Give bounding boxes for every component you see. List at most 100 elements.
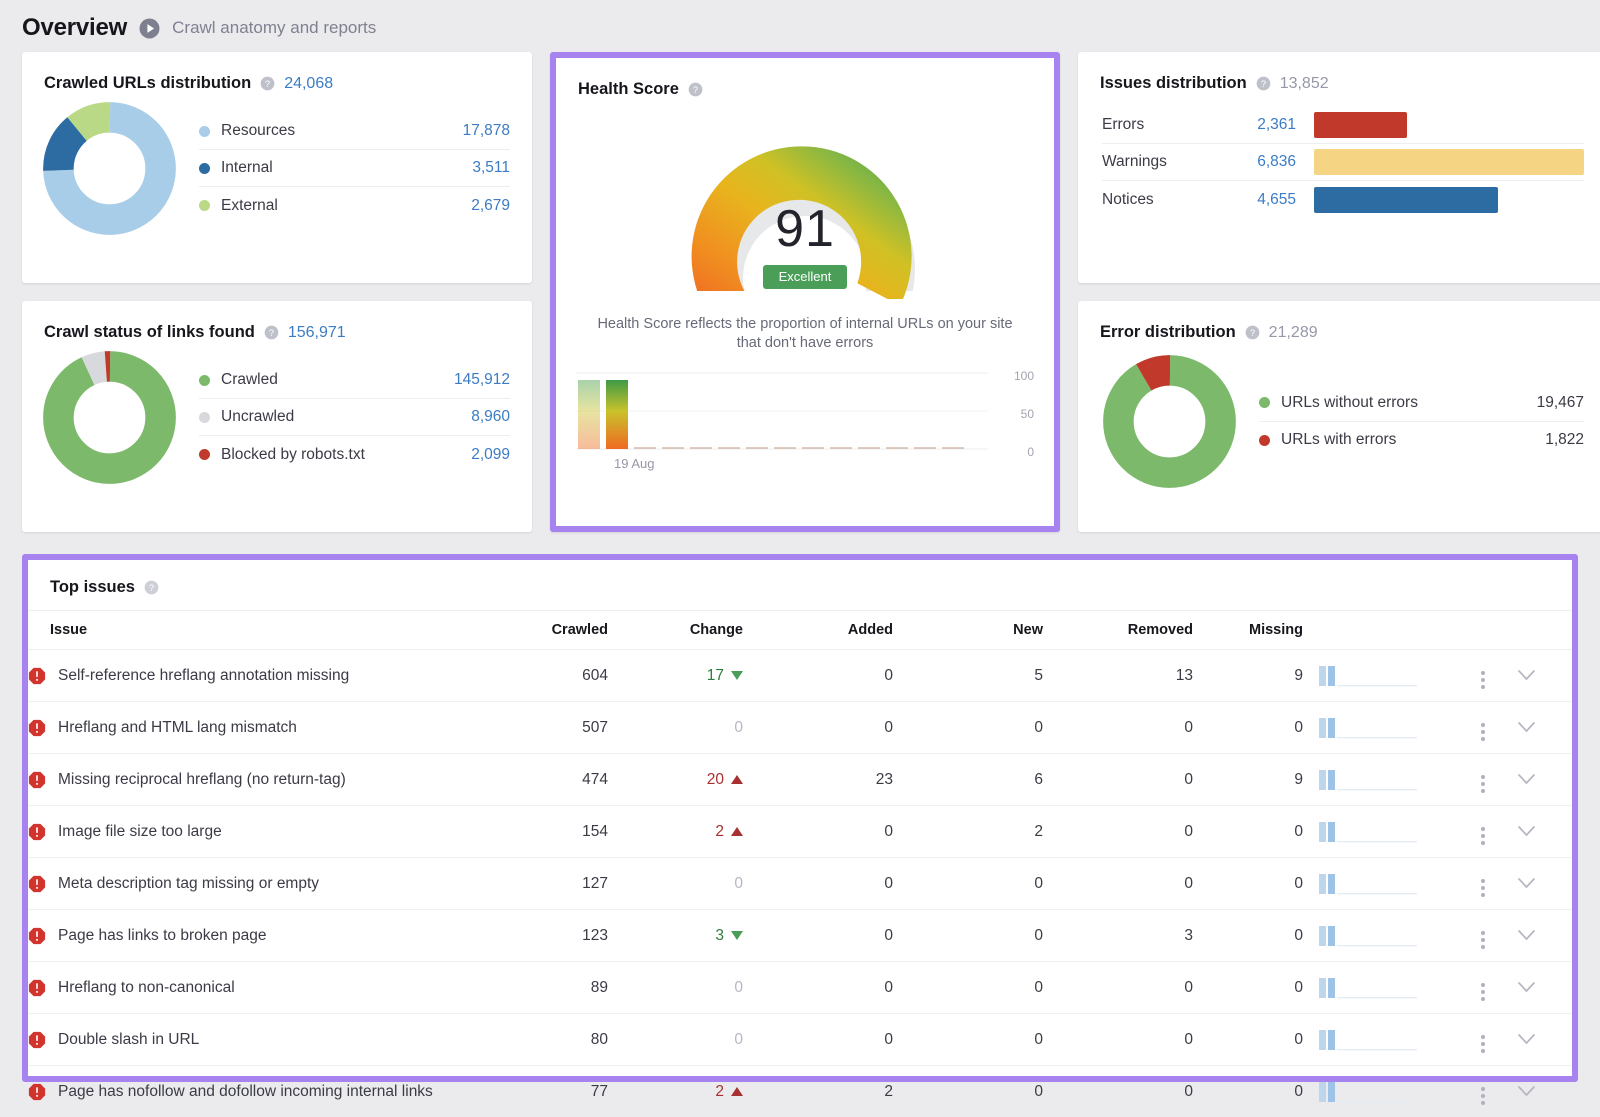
cell-row-expand[interactable] [1518, 1014, 1572, 1066]
table-row[interactable]: Hreflang to non-canonical8900000 [28, 962, 1572, 1014]
kebab-menu-icon[interactable] [1481, 775, 1485, 793]
page-header: Overview Crawl anatomy and reports [0, 0, 1600, 52]
cell-issue[interactable]: Page has links to broken page [28, 910, 498, 962]
table-row[interactable]: Meta description tag missing or empty127… [28, 858, 1572, 910]
table-header-row: Issue Crawled Change Added New Removed M… [28, 611, 1572, 650]
kebab-menu-icon[interactable] [1481, 1035, 1485, 1053]
svg-text:?: ? [693, 85, 698, 95]
cell-row-menu[interactable] [1448, 858, 1518, 910]
legend-item[interactable]: Uncrawled 8,960 [199, 399, 510, 436]
card-total: 13,852 [1280, 75, 1329, 93]
legend-item[interactable]: External 2,679 [199, 187, 510, 224]
kebab-menu-icon[interactable] [1481, 723, 1485, 741]
crawled-urls-donut-chart [42, 101, 177, 236]
legend-item[interactable]: Crawled 145,912 [199, 362, 510, 399]
legend-item[interactable]: URLs without errors 19,467 [1259, 385, 1584, 422]
cell-row-menu[interactable] [1448, 910, 1518, 962]
crawled-urls-legend: Resources 17,878 Internal 3,511 External… [199, 113, 510, 224]
table-row[interactable]: Hreflang and HTML lang mismatch50700000 [28, 702, 1572, 754]
kebab-menu-icon[interactable] [1481, 879, 1485, 897]
column-header-change[interactable]: Change [608, 611, 743, 650]
bar-item[interactable]: Errors 2,361 [1102, 107, 1584, 144]
cell-row-menu[interactable] [1448, 702, 1518, 754]
cell-row-menu[interactable] [1448, 754, 1518, 806]
column-header-removed[interactable]: Removed [1043, 611, 1193, 650]
play-circle-icon[interactable] [139, 18, 160, 39]
column-header-missing[interactable]: Missing [1193, 611, 1303, 650]
table-row[interactable]: Self-reference hreflang annotation missi… [28, 650, 1572, 702]
cell-new: 5 [893, 650, 1043, 702]
cell-row-expand[interactable] [1518, 910, 1572, 962]
cell-issue[interactable]: Page has nofollow and dofollow incoming … [28, 1066, 498, 1117]
kebab-menu-icon[interactable] [1481, 1087, 1485, 1105]
legend-item[interactable]: Internal 3,511 [199, 150, 510, 187]
column-header-crawled[interactable]: Crawled [498, 611, 608, 650]
health-score-gauge: 91 Excellent [556, 109, 1054, 299]
cell-missing: 0 [1193, 910, 1303, 962]
cell-row-menu[interactable] [1448, 806, 1518, 858]
chevron-down-icon [1518, 1086, 1535, 1097]
card-total: 21,289 [1269, 324, 1318, 342]
cell-row-expand[interactable] [1518, 962, 1572, 1014]
legend-item[interactable]: Resources 17,878 [199, 113, 510, 150]
legend-label: URLs with errors [1281, 431, 1545, 449]
legend-item[interactable]: URLs with errors 1,822 [1259, 422, 1584, 459]
cell-issue[interactable]: Meta description tag missing or empty [28, 858, 498, 910]
card-header: Issues distribution ? 13,852 [1078, 52, 1600, 93]
chevron-down-icon [1518, 670, 1535, 681]
error-icon [28, 1031, 46, 1049]
cell-issue[interactable]: Self-reference hreflang annotation missi… [28, 650, 498, 702]
legend-item[interactable]: Blocked by robots.txt 2,099 [199, 436, 510, 473]
help-circle-icon[interactable]: ? [260, 76, 275, 91]
cell-row-menu[interactable] [1448, 650, 1518, 702]
crawl-status-card: Crawl status of links found ? 156,971 [22, 301, 532, 532]
table-row[interactable]: Missing reciprocal hreflang (no return-t… [28, 754, 1572, 806]
cell-crawled: 127 [498, 858, 608, 910]
help-circle-icon[interactable]: ? [264, 325, 279, 340]
cell-issue[interactable]: Double slash in URL [28, 1014, 498, 1066]
cell-row-expand[interactable] [1518, 858, 1572, 910]
cell-missing: 9 [1193, 650, 1303, 702]
cell-issue[interactable]: Hreflang and HTML lang mismatch [28, 702, 498, 754]
sparkline-chart [1317, 924, 1437, 948]
svg-text:0: 0 [1027, 445, 1034, 459]
table-row[interactable]: Page has links to broken page12330030 [28, 910, 1572, 962]
help-circle-icon[interactable]: ? [688, 82, 703, 97]
bar-item[interactable]: Notices 4,655 [1102, 181, 1584, 218]
cell-added: 0 [743, 650, 893, 702]
cell-row-menu[interactable] [1448, 1066, 1518, 1117]
kebab-menu-icon[interactable] [1481, 931, 1485, 949]
help-circle-icon[interactable]: ? [1245, 325, 1260, 340]
cell-sparkline [1303, 650, 1448, 702]
cell-issue[interactable]: Missing reciprocal hreflang (no return-t… [28, 754, 498, 806]
table-row[interactable]: Image file size too large15420200 [28, 806, 1572, 858]
card-title: Crawled URLs distribution [44, 74, 251, 93]
page-title: Overview [22, 14, 127, 42]
arrow-up-icon [731, 1087, 743, 1096]
issues-distribution-card: Issues distribution ? 13,852 Errors 2,36… [1078, 52, 1600, 283]
error-icon [28, 823, 46, 841]
cell-row-expand[interactable] [1518, 650, 1572, 702]
cell-row-expand[interactable] [1518, 806, 1572, 858]
cell-issue[interactable]: Image file size too large [28, 806, 498, 858]
card-body: URLs without errors 19,467 URLs with err… [1078, 342, 1600, 489]
help-circle-icon[interactable]: ? [1256, 76, 1271, 91]
kebab-menu-icon[interactable] [1481, 983, 1485, 1001]
issue-name: Hreflang to non-canonical [58, 978, 235, 998]
column-header-issue[interactable]: Issue [28, 611, 498, 650]
cell-row-menu[interactable] [1448, 1014, 1518, 1066]
page-subtitle[interactable]: Crawl anatomy and reports [172, 18, 376, 38]
cell-row-expand[interactable] [1518, 754, 1572, 806]
kebab-menu-icon[interactable] [1481, 671, 1485, 689]
help-circle-icon[interactable]: ? [144, 580, 159, 595]
cell-row-expand[interactable] [1518, 702, 1572, 754]
table-row[interactable]: Page has nofollow and dofollow incoming … [28, 1066, 1572, 1117]
column-header-added[interactable]: Added [743, 611, 893, 650]
cell-row-menu[interactable] [1448, 962, 1518, 1014]
cell-row-expand[interactable] [1518, 1066, 1572, 1117]
column-header-new[interactable]: New [893, 611, 1043, 650]
table-row[interactable]: Double slash in URL8000000 [28, 1014, 1572, 1066]
cell-issue[interactable]: Hreflang to non-canonical [28, 962, 498, 1014]
bar-item[interactable]: Warnings 6,836 [1102, 144, 1584, 181]
kebab-menu-icon[interactable] [1481, 827, 1485, 845]
